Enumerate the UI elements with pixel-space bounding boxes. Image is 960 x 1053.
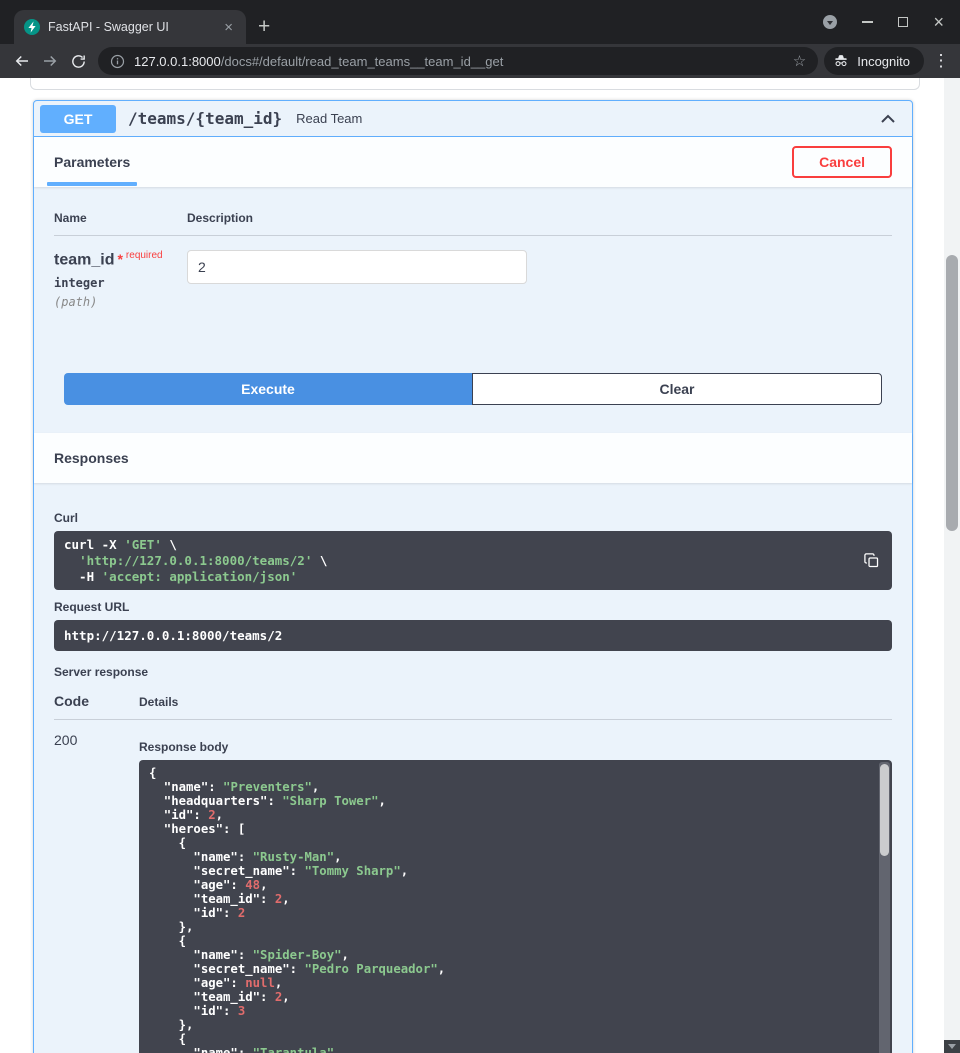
- url-bar[interactable]: 127.0.0.1:8000/docs#/default/read_team_t…: [98, 47, 818, 75]
- page-scrollbar-thumb[interactable]: [946, 255, 958, 531]
- url-host: 127.0.0.1:8000: [134, 54, 221, 69]
- titlebar: FastAPI - Swagger UI × + ×: [0, 0, 960, 44]
- response-body-json: { "name": "Preventers", "headquarters": …: [149, 766, 866, 1053]
- operation-block: GET /teams/{team_id} Read Team Parameter…: [33, 100, 913, 1053]
- close-button[interactable]: ×: [933, 13, 944, 31]
- tab-close-icon[interactable]: ×: [221, 19, 236, 36]
- parameters-column-headers: Name Description: [54, 211, 892, 236]
- required-label: required: [126, 250, 163, 261]
- incognito-icon: [832, 52, 850, 70]
- window-controls: ×: [823, 0, 944, 44]
- param-value-input[interactable]: [187, 250, 527, 284]
- response-details-cell: Response body { "name": "Preventers", "h…: [139, 732, 892, 1053]
- required-star: *: [117, 251, 122, 267]
- clear-button[interactable]: Clear: [472, 373, 882, 405]
- scroll-down-arrow-icon: [948, 1044, 956, 1049]
- copy-icon: [863, 552, 880, 569]
- forward-icon[interactable]: [36, 47, 64, 75]
- parameters-body: Name Description team_id* required intege…: [34, 187, 912, 433]
- response-body-scrollbar[interactable]: [879, 762, 890, 1053]
- server-response-label: Server response: [54, 665, 892, 679]
- incognito-badge: Incognito: [824, 47, 924, 75]
- new-tab-button[interactable]: +: [258, 16, 270, 37]
- parameter-value-cell: [187, 250, 527, 309]
- copy-button[interactable]: [858, 548, 884, 574]
- browser-update-icon[interactable]: [823, 15, 837, 29]
- browser-tab[interactable]: FastAPI - Swagger UI ×: [14, 10, 246, 44]
- response-body-label: Response body: [139, 740, 892, 754]
- method-badge: GET: [40, 105, 116, 133]
- responses-header: Responses: [34, 433, 912, 483]
- browser-window: FastAPI - Swagger UI × + × 127.0.0.: [0, 0, 960, 1053]
- response-table-headers: Code Details: [54, 693, 892, 720]
- page-scrollbar[interactable]: [944, 78, 960, 1053]
- response-row: 200 Response body { "name": "Preventers"…: [54, 720, 892, 1053]
- url-text[interactable]: 127.0.0.1:8000/docs#/default/read_team_t…: [134, 54, 784, 69]
- parameter-name-line: team_id* required: [54, 250, 187, 269]
- name-column-header: Name: [54, 211, 187, 225]
- update-arrow-icon: [827, 21, 833, 25]
- minimize-button[interactable]: [862, 21, 873, 23]
- parameters-header: Parameters Cancel: [34, 137, 912, 187]
- bookmark-star-icon[interactable]: ☆: [793, 54, 806, 69]
- request-url-label: Request URL: [54, 600, 892, 614]
- back-icon[interactable]: [8, 47, 36, 75]
- active-tab-underline: [47, 182, 137, 186]
- swagger-page: GET /teams/{team_id} Read Team Parameter…: [0, 78, 944, 1053]
- maximize-button[interactable]: [898, 17, 908, 27]
- details-column-header: Details: [139, 695, 178, 709]
- operation-path: /teams/{team_id}: [128, 109, 282, 128]
- scroll-down-button[interactable]: [944, 1040, 960, 1053]
- parameters-tab[interactable]: Parameters: [54, 137, 130, 187]
- curl-command: curl -X 'GET' \ 'http://127.0.0.1:8000/t…: [64, 537, 848, 584]
- reload-icon[interactable]: [64, 47, 92, 75]
- url-path: /docs#/default/read_team_teams__team_id_…: [221, 54, 504, 69]
- previous-section-tail: [30, 78, 920, 90]
- response-body-scrollbar-thumb[interactable]: [880, 764, 889, 856]
- request-url-value: http://127.0.0.1:8000/teams/2: [54, 620, 892, 651]
- operation-header[interactable]: GET /teams/{team_id} Read Team: [34, 101, 912, 137]
- code-column-header: Code: [54, 693, 139, 709]
- responses-title: Responses: [54, 450, 129, 466]
- incognito-label: Incognito: [857, 54, 910, 69]
- response-body-block: { "name": "Preventers", "headquarters": …: [139, 760, 892, 1053]
- param-location: (path): [54, 295, 187, 309]
- operation-summary: Read Team: [296, 111, 362, 126]
- curl-label: Curl: [54, 511, 892, 525]
- parameters-title: Parameters: [54, 154, 130, 170]
- param-name: team_id: [54, 251, 114, 268]
- execute-row: Execute Clear: [64, 373, 882, 405]
- collapse-chevron-icon[interactable]: [878, 109, 898, 129]
- param-type: integer: [54, 276, 187, 290]
- curl-code-block: curl -X 'GET' \ 'http://127.0.0.1:8000/t…: [54, 531, 892, 590]
- description-column-header: Description: [187, 211, 253, 225]
- navbar: 127.0.0.1:8000/docs#/default/read_team_t…: [0, 44, 960, 78]
- parameter-row: team_id* required integer (path): [54, 236, 892, 309]
- execute-button[interactable]: Execute: [64, 373, 472, 405]
- fastapi-favicon: [24, 19, 40, 35]
- menu-icon[interactable]: ⋮: [930, 51, 952, 71]
- status-code: 200: [54, 732, 139, 1053]
- parameter-meta: team_id* required integer (path): [54, 250, 187, 309]
- tab-title: FastAPI - Swagger UI: [48, 20, 213, 34]
- responses-body: Curl curl -X 'GET' \ 'http://127.0.0.1:8…: [34, 483, 912, 1053]
- cancel-button[interactable]: Cancel: [792, 146, 892, 178]
- info-icon[interactable]: [110, 54, 125, 69]
